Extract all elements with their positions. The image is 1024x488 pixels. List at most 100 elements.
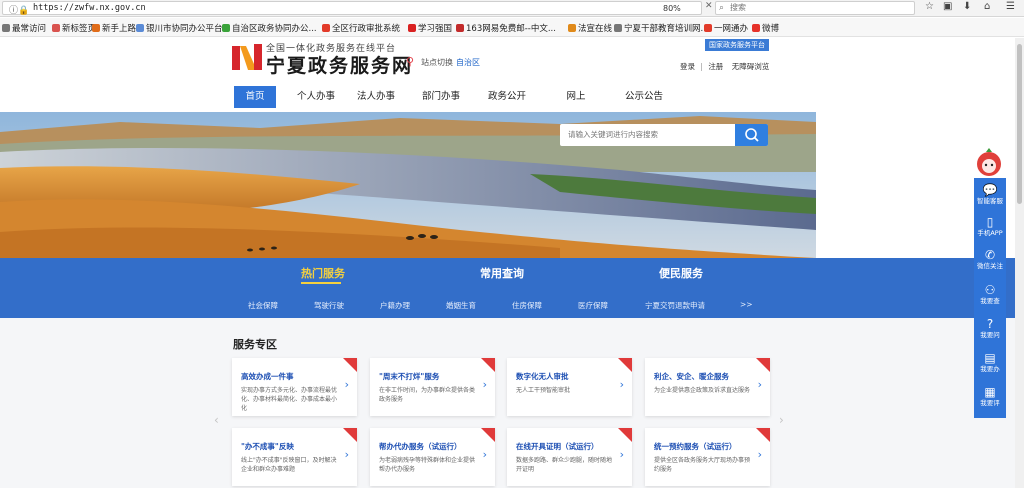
lock-icon: ⓘ🔒 (9, 6, 30, 16)
side-item-ask[interactable]: ? 我要问 (974, 318, 1006, 340)
nav-home[interactable]: 首页 (234, 86, 276, 108)
zoom-level[interactable]: 80% (663, 4, 681, 13)
logo-icon (232, 44, 262, 70)
card-title: "办不成事"反映 (241, 442, 294, 451)
bookmark-item[interactable]: 法宣在线 (568, 22, 612, 34)
chevron-right-icon: › (619, 378, 624, 391)
side-item-mobile-app[interactable]: ▯ 手机APP (974, 216, 1006, 238)
new-badge-icon (756, 428, 770, 442)
bookmark-item[interactable]: 新标签页 (52, 22, 96, 34)
bookmark-item[interactable]: 新手上路 (92, 22, 136, 34)
card-title: 帮办代办服务（试运行） (379, 442, 462, 451)
star-icon[interactable]: ☆ (925, 1, 934, 12)
service-link[interactable]: 社会保障 (248, 300, 278, 311)
card-desc: 提供全区各政务服务大厅现场办事预约服务 (654, 457, 751, 473)
site-search-field[interactable] (568, 130, 728, 139)
menu-icon[interactable]: ☰ (1006, 1, 1015, 12)
tab-common-queries[interactable]: 常用查询 (480, 265, 524, 281)
bookmark-item[interactable]: 自治区政务协同办公... (222, 22, 317, 34)
bookmark-favicon-icon (704, 24, 712, 32)
register-link[interactable]: 注册 (708, 62, 723, 71)
new-badge-icon (618, 428, 632, 442)
service-link[interactable]: 医疗保障 (578, 300, 608, 311)
robot-mascot-icon[interactable] (972, 148, 1006, 178)
bookmark-item[interactable]: 银川市协同办公平台 (136, 22, 223, 34)
accessibility-link[interactable]: 无障碍浏览 (732, 62, 770, 71)
side-item-smart-service[interactable]: 💬 智能客服 (974, 184, 1006, 206)
download-icon[interactable]: ⬇ (963, 1, 971, 12)
scrollbar-thumb[interactable] (1017, 44, 1022, 204)
card-desc: 线上"办不成事"反映窗口，及时解决企业和群众办事难题 (241, 457, 337, 473)
national-platform-link[interactable]: 国家政务服务平台 (705, 39, 769, 51)
side-item-query[interactable]: ⚇ 我要查 (974, 284, 1006, 306)
bookmark-label: 学习强国 (418, 24, 453, 34)
side-item-label: 微信关注 (977, 262, 1003, 270)
bookmark-label: 微博 (762, 24, 780, 34)
tab-hot-services[interactable]: 热门服务 (301, 265, 345, 281)
bookmarks-bar: 最常访问 新标签页 新手上路 银川市协同办公平台 自治区政务协同办公... 全区行政审批系… (0, 18, 1024, 37)
site-search-button[interactable] (735, 124, 768, 146)
account-links: 登录 | 注册 无障碍浏览 (680, 61, 769, 72)
close-icon[interactable]: ✕ (705, 1, 713, 11)
bookmark-favicon-icon (92, 24, 100, 32)
bookmark-item[interactable]: 学习强国 (408, 22, 452, 34)
side-item-handle[interactable]: ▤ 我要办 (974, 352, 1006, 374)
bookmark-label: 一网通办 (714, 24, 749, 34)
service-link[interactable]: 婚姻生育 (446, 300, 476, 311)
service-card[interactable]: 在线开具证明（试运行） 数据多跑路、群众少跑腿，随时随地开证明 › (507, 428, 632, 486)
browser-search-placeholder: 搜索 (730, 3, 746, 12)
chevron-right-icon: › (482, 378, 487, 391)
region-link[interactable]: 自治区 (456, 57, 480, 68)
side-item-wechat[interactable]: ✆ 微信关注 (974, 249, 1006, 271)
bookmark-item[interactable]: 微博 (752, 22, 779, 34)
nav-legal-entity[interactable]: 法人办事 (356, 86, 396, 108)
service-card[interactable]: 数字化无人审批 无人工干预智能审批 › (507, 358, 632, 416)
bookmark-label: 新标签页 (62, 24, 97, 34)
bookmark-item[interactable]: 全区行政审批系统 (322, 22, 400, 34)
login-link[interactable]: 登录 (680, 62, 695, 71)
bookmark-label: 自治区政务协同办公... (232, 24, 317, 34)
clipboard-icon[interactable]: ▣ (943, 1, 952, 12)
service-link[interactable]: 宁夏交罚退款申请 (645, 300, 705, 311)
phone-icon: ▯ (986, 215, 994, 229)
site-title: 宁夏政务服务网 (266, 55, 414, 77)
side-item-label: 我要查 (980, 297, 1000, 305)
bookmark-favicon-icon (52, 24, 60, 32)
nav-announcements[interactable]: 公示公告 (624, 86, 664, 108)
tab-convenience[interactable]: 便民服务 (659, 265, 703, 281)
browser-search-input[interactable]: ⌕ 搜索 (715, 1, 915, 15)
bookmark-favicon-icon (322, 24, 330, 32)
carousel-next-icon[interactable]: › (779, 413, 784, 427)
card-desc: 为老弱病残孕等特殊群体和企业提供帮办代办服务 (379, 457, 476, 473)
service-card[interactable]: 统一预约服务（试运行） 提供全区各政务服务大厅现场办事预约服务 › (645, 428, 770, 486)
chevron-right-icon: › (344, 448, 349, 461)
service-card[interactable]: 利企、安企、暖企服务 为企业提供惠企政策及诉求直达服务 › (645, 358, 770, 416)
service-card[interactable]: "周末不打烊"服务 在非工作时间，为办事群众提供各类政务服务 › (370, 358, 495, 416)
location-switch-label[interactable]: 站点切换 (421, 57, 453, 68)
bookmark-item[interactable]: 最常访问 (2, 22, 46, 34)
carousel-prev-icon[interactable]: ‹ (214, 413, 219, 427)
bookmark-item[interactable]: 163网易免费邮--中文... (456, 22, 556, 34)
bookmark-label: 法宣在线 (578, 24, 613, 34)
service-card[interactable]: 高效办成一件事 实现办事方式多元化、办事流程最优化、办事材料最简化、办事成本最小… (232, 358, 357, 416)
nav-12345[interactable]: 网上12345 (552, 86, 600, 124)
side-item-label: 我要问 (980, 331, 1000, 339)
bookmark-item[interactable]: 一网通办 (704, 22, 748, 34)
card-title: 利企、安企、暖企服务 (654, 372, 729, 381)
bookmark-label: 全区行政审批系统 (332, 24, 401, 34)
nav-department[interactable]: 部门办事 (421, 86, 461, 108)
more-link[interactable]: >> (740, 300, 753, 309)
nav-gov-open[interactable]: 政务公开 (487, 86, 527, 108)
service-card[interactable]: "办不成事"反映 线上"办不成事"反映窗口，及时解决企业和群众办事难题 › (232, 428, 357, 486)
service-link[interactable]: 驾驶行驶 (314, 300, 344, 311)
bookmark-favicon-icon (752, 24, 760, 32)
nav-personal[interactable]: 个人办事 (292, 86, 340, 108)
bookmark-item[interactable]: 宁夏干部教育培训网... (614, 22, 709, 34)
address-bar[interactable]: ⓘ🔒 https://zwfw.nx.gov.cn 80% (2, 1, 702, 16)
home-icon[interactable]: ⌂ (984, 1, 990, 12)
service-link[interactable]: 住房保障 (512, 300, 542, 311)
service-card[interactable]: 帮办代办服务（试运行） 为老弱病残孕等特殊群体和企业提供帮办代办服务 › (370, 428, 495, 486)
side-item-evaluate[interactable]: ▦ 我要评 (974, 386, 1006, 408)
service-link[interactable]: 户籍办理 (380, 300, 410, 311)
card-desc: 无人工干预智能审批 (516, 387, 571, 394)
